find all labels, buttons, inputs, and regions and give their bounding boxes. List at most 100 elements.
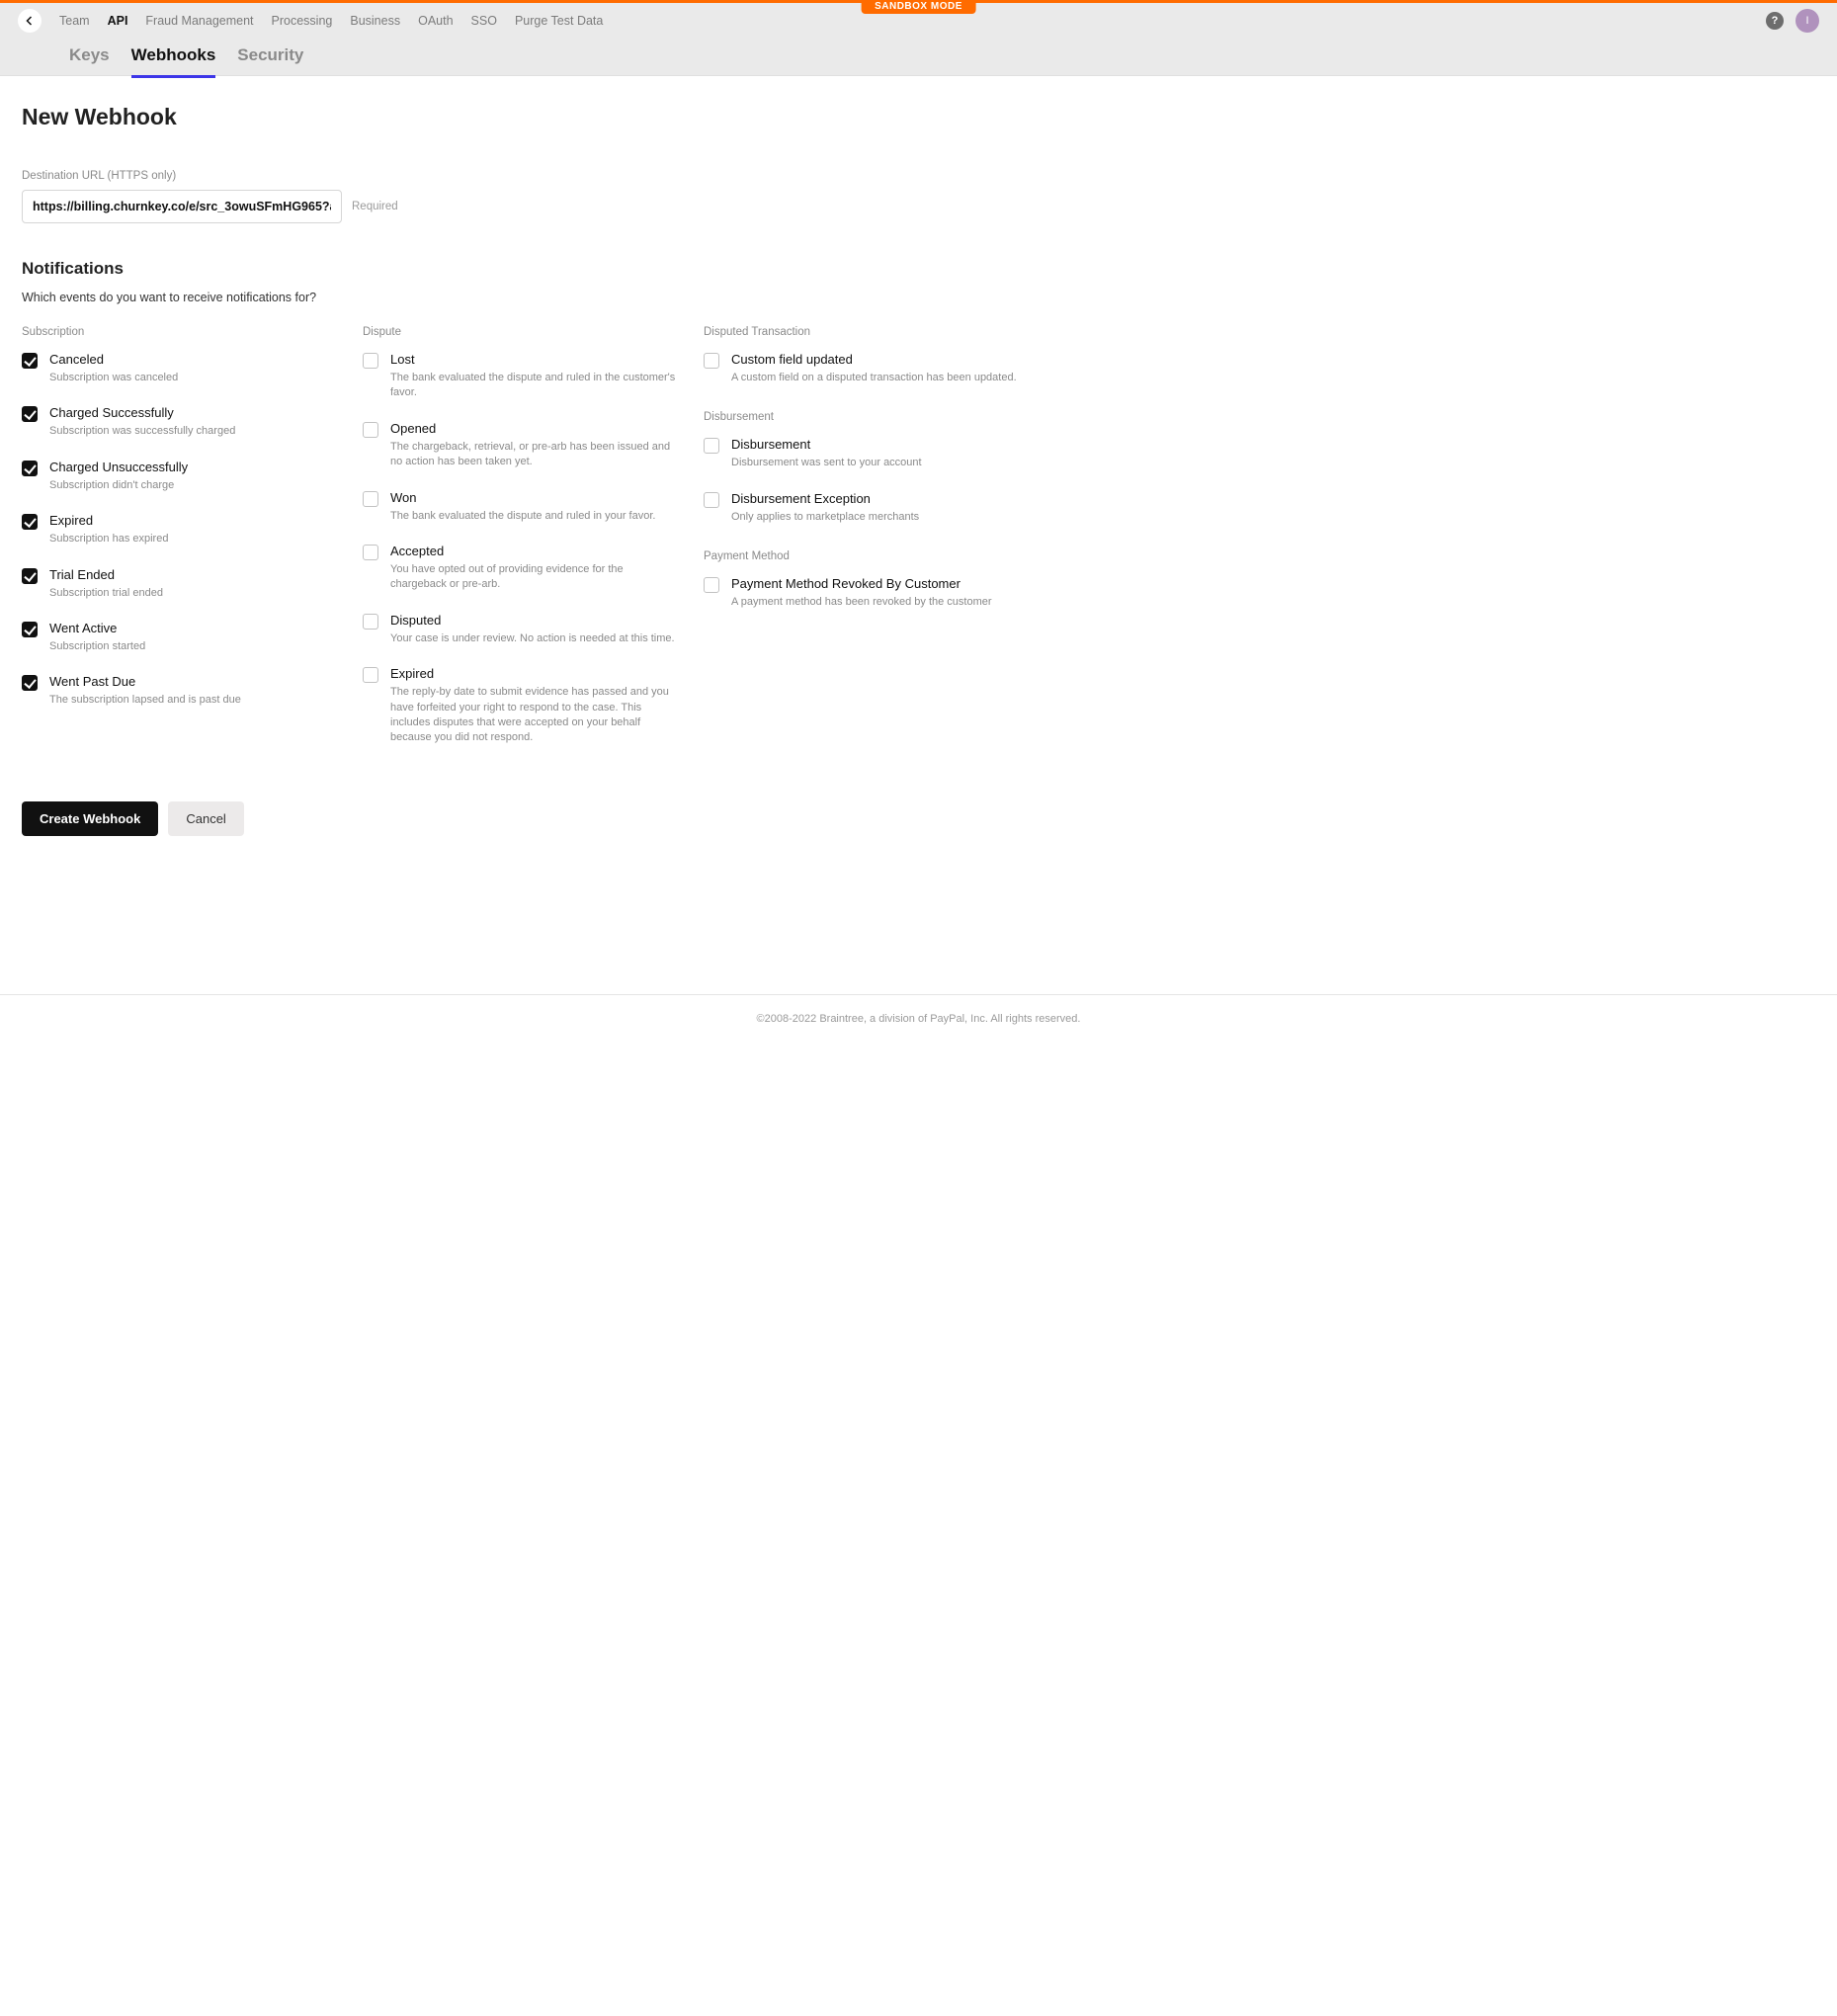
topnav-link-business[interactable]: Business (350, 14, 400, 28)
event-checkbox[interactable] (363, 545, 378, 560)
event-description: The chargeback, retrieval, or pre-arb ha… (390, 440, 682, 470)
tab-webhooks[interactable]: Webhooks (131, 42, 216, 78)
notification-column: Subscription Canceled Subscription was can… (22, 326, 363, 766)
event-row: Disputed Your case is under review. No ac… (363, 613, 704, 646)
group-label: Payment Method (704, 550, 1044, 562)
topnav-link-sso[interactable]: SSO (471, 14, 497, 28)
event-description: Only applies to marketplace merchants (731, 510, 919, 525)
event-title: Expired (390, 666, 682, 681)
topnav-link-api[interactable]: API (108, 14, 128, 28)
event-checkbox[interactable] (22, 514, 38, 530)
event-row: ExpiredSubscription has expired (22, 513, 363, 546)
event-checkbox[interactable] (22, 353, 38, 369)
group-label: Disbursement (704, 411, 1044, 423)
event-title: Charged Successfully (49, 405, 235, 420)
topnav-link-purge-test-data[interactable]: Purge Test Data (515, 14, 603, 28)
page-content: New Webhook Destination URL (HTTPS only)… (0, 76, 1837, 895)
event-checkbox[interactable] (22, 406, 38, 422)
event-row: Payment Method Revoked By Customer A paym… (704, 576, 1044, 610)
event-title: Won (390, 490, 655, 505)
event-description: Disbursement was sent to your account (731, 456, 922, 470)
event-row: Won The bank evaluated the dispute and ru… (363, 490, 704, 524)
topnav-link-fraud-management[interactable]: Fraud Management (145, 14, 253, 28)
event-description: You have opted out of providing evidence… (390, 562, 682, 593)
event-row: Opened The chargeback, retrieval, or pre-… (363, 421, 704, 470)
event-checkbox[interactable] (363, 614, 378, 630)
footer-copyright: ©2008-2022 Braintree, a division of PayP… (0, 994, 1837, 1043)
event-row: Charged Unsuccessfully Subscription didn'… (22, 460, 363, 493)
topnav-links: Team API Fraud Management Processing Busines… (59, 14, 1766, 28)
tab-security[interactable]: Security (237, 42, 303, 75)
event-checkbox[interactable] (704, 353, 719, 369)
group-label: Dispute (363, 326, 704, 338)
event-description: Subscription started (49, 639, 145, 654)
event-row: Accepted You have opted out of providing … (363, 544, 704, 593)
event-description: Subscription was canceled (49, 371, 178, 385)
topnav-right: ? I (1766, 9, 1819, 33)
event-checkbox[interactable] (704, 577, 719, 593)
event-title: Charged Unsuccessfully (49, 460, 188, 474)
event-checkbox[interactable] (363, 667, 378, 683)
event-description: Subscription trial ended (49, 586, 163, 601)
topnav-link-processing[interactable]: Processing (272, 14, 333, 28)
event-title: Lost (390, 352, 682, 367)
event-checkbox[interactable] (22, 675, 38, 691)
event-row: Went Past DueThe subscription lapsed and… (22, 674, 363, 708)
event-description: A payment method has been revoked by the… (731, 595, 992, 610)
event-checkbox[interactable] (22, 461, 38, 476)
topnav-link-oauth[interactable]: OAuth (418, 14, 453, 28)
url-field-label: Destination URL (HTTPS only) (22, 170, 1815, 182)
event-description: Subscription was successfully charged (49, 424, 235, 439)
event-checkbox[interactable] (22, 568, 38, 584)
event-row: Trial EndedSubscription trial ended (22, 567, 363, 601)
event-row: Canceled Subscription was canceled (22, 352, 363, 385)
destination-url-input[interactable] (22, 190, 342, 223)
event-title: Payment Method Revoked By Customer (731, 576, 992, 591)
required-text: Required (352, 201, 398, 212)
event-row: Expired The reply-by date to submit evide… (363, 666, 704, 746)
help-button[interactable]: ? (1766, 12, 1784, 30)
event-title: Disbursement Exception (731, 491, 919, 506)
notification-column: Disputed TransactionCustom field updated… (704, 326, 1044, 766)
event-row: Disbursement Exception Only applies to ma… (704, 491, 1044, 525)
notification-columns: Subscription Canceled Subscription was can… (22, 326, 1815, 766)
notification-column: Dispute Lost The bank evaluated the disput… (363, 326, 704, 766)
url-field-row: Required (22, 190, 1815, 223)
user-avatar[interactable]: I (1795, 9, 1819, 33)
event-checkbox[interactable] (22, 622, 38, 637)
create-webhook-button[interactable]: Create Webhook (22, 801, 158, 836)
back-button[interactable] (18, 9, 42, 33)
event-title: Canceled (49, 352, 178, 367)
event-row: Disbursement Disbursement was sent to you… (704, 437, 1044, 470)
event-row: Custom field updatedA custom field on a … (704, 352, 1044, 385)
tab-keys[interactable]: Keys (69, 42, 110, 75)
event-title: Expired (49, 513, 168, 528)
event-checkbox[interactable] (704, 492, 719, 508)
event-checkbox[interactable] (704, 438, 719, 454)
event-row: Went Active Subscription started (22, 621, 363, 654)
event-description: Your case is under review. No action is … (390, 631, 675, 646)
event-description: The bank evaluated the dispute and ruled… (390, 509, 655, 524)
event-description: The bank evaluated the dispute and ruled… (390, 371, 682, 401)
event-title: Disbursement (731, 437, 922, 452)
event-title: Opened (390, 421, 682, 436)
event-description: The reply-by date to submit evidence has… (390, 685, 682, 746)
event-description: Subscription didn't charge (49, 478, 188, 493)
topnav-link-team[interactable]: Team (59, 14, 90, 28)
sandbox-bar: SANDBOX MODE (0, 0, 1837, 3)
notifications-heading: Notifications (22, 259, 1815, 279)
event-title: Accepted (390, 544, 682, 558)
arrow-left-icon (24, 15, 36, 27)
cancel-button[interactable]: Cancel (168, 801, 243, 836)
event-checkbox[interactable] (363, 422, 378, 438)
group-label: Subscription (22, 326, 363, 338)
event-row: Charged Successfully Subscription was suc… (22, 405, 363, 439)
event-description: A custom field on a disputed transaction… (731, 371, 1017, 385)
event-title: Went Active (49, 621, 145, 635)
event-checkbox[interactable] (363, 353, 378, 369)
page-title: New Webhook (22, 104, 1815, 130)
event-checkbox[interactable] (363, 491, 378, 507)
notifications-sub: Which events do you want to receive noti… (22, 291, 1815, 304)
event-title: Disputed (390, 613, 675, 628)
sandbox-badge: SANDBOX MODE (861, 0, 976, 14)
